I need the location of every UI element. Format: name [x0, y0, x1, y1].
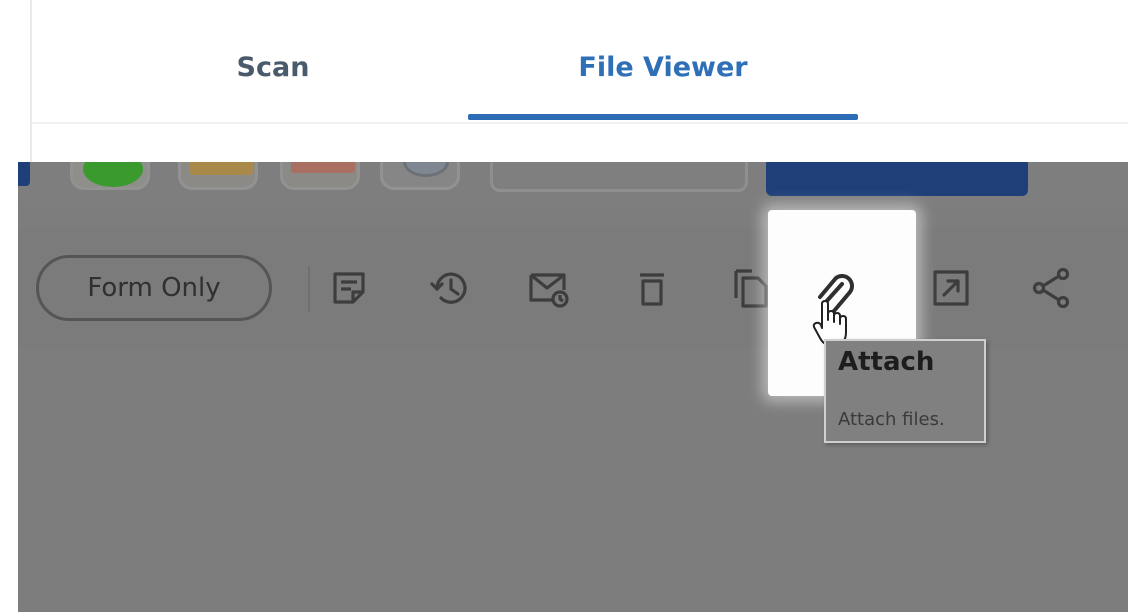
share-icon[interactable]	[1030, 266, 1074, 310]
trash-icon[interactable]	[630, 266, 674, 310]
round-thumbnail[interactable]	[380, 162, 460, 190]
attach-tooltip: Attach Attach files.	[824, 339, 986, 443]
tooltip-description: Attach files.	[838, 409, 945, 430]
green-circle-icon	[83, 162, 143, 187]
card-icon	[291, 162, 355, 173]
blue-button-edge[interactable]	[18, 162, 30, 186]
active-tab-indicator	[468, 114, 858, 120]
mail-icon[interactable]	[526, 266, 570, 310]
form-only-button[interactable]: Form Only	[36, 255, 272, 321]
divider	[308, 266, 310, 312]
package-thumbnail[interactable]	[178, 162, 258, 190]
tab-bar-border	[30, 0, 32, 162]
green-circle-thumbnail[interactable]	[70, 162, 150, 190]
note-icon[interactable]	[327, 266, 371, 310]
tab-bar: Scan File Viewer	[18, 0, 1128, 162]
tab-file-viewer[interactable]: File Viewer	[468, 40, 858, 96]
partial-toolbar	[18, 162, 1128, 202]
red-card-thumbnail[interactable]	[280, 162, 360, 190]
action-bar: Form Only	[18, 228, 1128, 348]
copy-icon[interactable]	[728, 266, 772, 310]
text-field[interactable]	[490, 162, 748, 192]
round-icon	[403, 162, 449, 177]
left-edge	[0, 0, 18, 612]
tab-divider	[32, 122, 1128, 124]
primary-button[interactable]	[766, 162, 1028, 196]
expand-icon[interactable]	[929, 266, 973, 310]
history-icon[interactable]	[428, 266, 472, 310]
package-icon	[189, 162, 253, 175]
tooltip-title: Attach	[838, 347, 935, 377]
tab-scan[interactable]: Scan	[188, 40, 358, 96]
